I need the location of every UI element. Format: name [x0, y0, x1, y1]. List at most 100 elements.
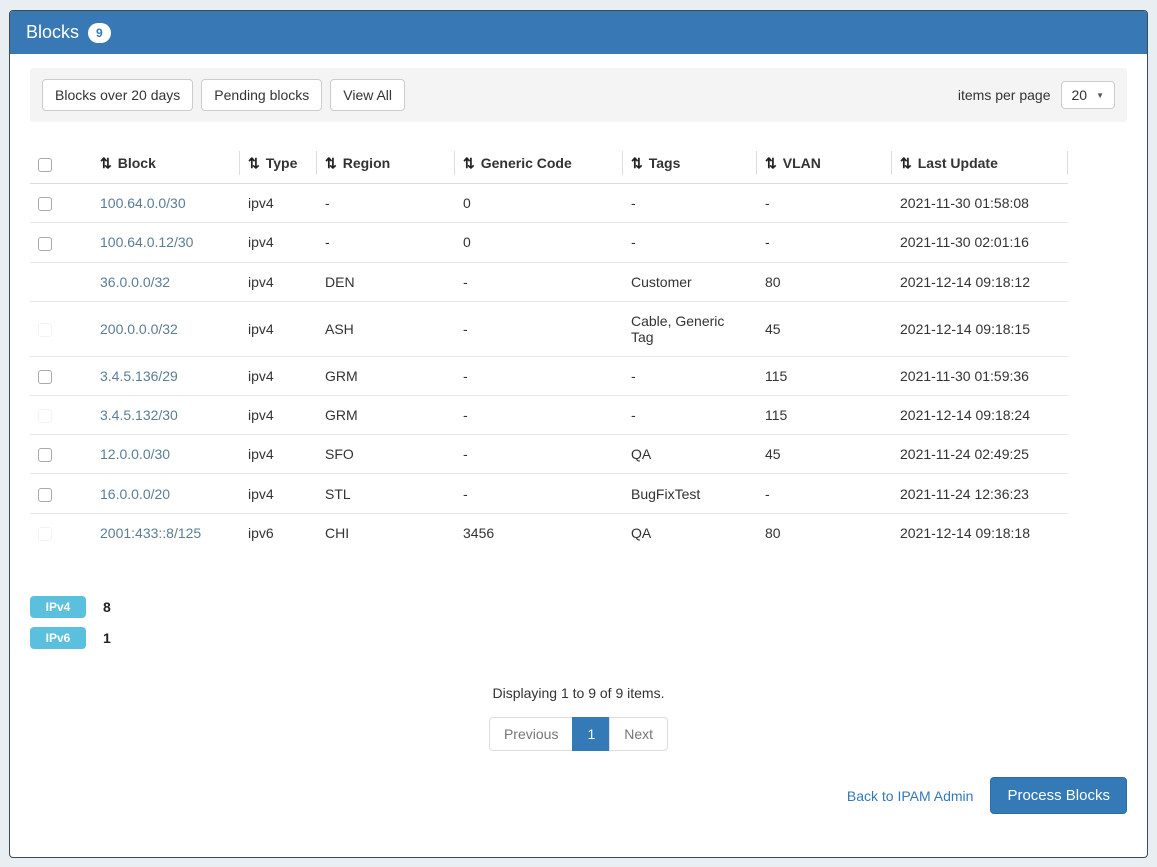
cell-select	[30, 513, 92, 552]
cell-vlan: 80	[757, 262, 892, 301]
block-link[interactable]: 36.0.0.0/32	[100, 274, 170, 290]
cell-last-update: 2021-11-24 02:49:25	[892, 435, 1068, 474]
filter-button-group: Blocks over 20 days Pending blocks View …	[42, 79, 405, 111]
column-header-block[interactable]: ⇅ Block	[92, 144, 240, 184]
back-to-ipam-admin-link[interactable]: Back to IPAM Admin	[847, 788, 974, 804]
cell-select	[30, 184, 92, 223]
block-link[interactable]: 16.0.0.0/20	[100, 486, 170, 502]
cell-generic-code: -	[455, 301, 623, 356]
table-row: 100.64.0.0/30 ipv4 - 0 - - 2021-11-30 01…	[30, 184, 1068, 223]
table-row: 12.0.0.0/30 ipv4 SFO - QA 45 2021-11-24 …	[30, 435, 1068, 474]
table-body: 100.64.0.0/30 ipv4 - 0 - - 2021-11-30 01…	[30, 184, 1068, 553]
column-header-tags[interactable]: ⇅ Tags	[623, 144, 757, 184]
column-header-label: Block	[118, 155, 156, 171]
cell-tags: -	[623, 356, 757, 395]
block-link[interactable]: 100.64.0.0/30	[100, 195, 186, 211]
cell-generic-code: -	[455, 435, 623, 474]
items-per-page-value: 20	[1072, 87, 1088, 103]
cell-block: 36.0.0.0/32	[92, 262, 240, 301]
ipv4-count: 8	[103, 599, 111, 615]
chevron-down-icon: ▼	[1096, 91, 1104, 100]
row-checkbox[interactable]	[38, 448, 52, 462]
column-header-last-update[interactable]: ⇅Last Update	[892, 144, 1068, 184]
block-link[interactable]: 100.64.0.12/30	[100, 234, 193, 250]
block-link[interactable]: 3.4.5.132/30	[100, 407, 178, 423]
cell-last-update: 2021-11-30 01:59:36	[892, 356, 1068, 395]
sort-icon: ⇅	[463, 155, 475, 171]
cell-generic-code: -	[455, 395, 623, 434]
blocks-over-20-days-button[interactable]: Blocks over 20 days	[42, 79, 193, 111]
table-row: 200.0.0.0/32 ipv4 ASH - Cable, Generic T…	[30, 301, 1068, 356]
sort-icon: ⇅	[100, 155, 112, 171]
cell-region: -	[317, 223, 455, 262]
pending-blocks-button[interactable]: Pending blocks	[201, 79, 322, 111]
cell-select	[30, 395, 92, 434]
cell-vlan: 115	[757, 395, 892, 434]
cell-vlan: -	[757, 474, 892, 513]
column-header-type[interactable]: ⇅Type	[240, 144, 317, 184]
block-link[interactable]: 200.0.0.0/32	[100, 321, 178, 337]
table-row: 36.0.0.0/32 ipv4 DEN - Customer 80 2021-…	[30, 262, 1068, 301]
block-link[interactable]: 2001:433::8/125	[100, 525, 201, 541]
row-checkbox[interactable]	[38, 197, 52, 211]
cell-select	[30, 474, 92, 513]
next-page-button[interactable]: Next	[609, 717, 668, 751]
row-checkbox	[38, 323, 52, 337]
cell-tags: -	[623, 184, 757, 223]
row-checkbox	[38, 527, 52, 541]
blocks-count-badge: 9	[88, 23, 111, 43]
cell-region: GRM	[317, 395, 455, 434]
cell-type: ipv4	[240, 262, 317, 301]
column-header-label: Generic Code	[481, 155, 572, 171]
cell-generic-code: -	[455, 474, 623, 513]
block-link[interactable]: 12.0.0.0/30	[100, 446, 170, 462]
column-header-label: Last Update	[918, 155, 998, 171]
cell-block: 3.4.5.132/30	[92, 395, 240, 434]
cell-generic-code: 0	[455, 223, 623, 262]
column-header-label: Tags	[649, 155, 681, 171]
page-1-button[interactable]: 1	[572, 717, 610, 751]
row-checkbox[interactable]	[38, 488, 52, 502]
cell-region: GRM	[317, 356, 455, 395]
column-header-generic-code[interactable]: ⇅ Generic Code	[455, 144, 623, 184]
cell-region: DEN	[317, 262, 455, 301]
page: Blocks 9 Blocks over 20 days Pending blo…	[0, 0, 1157, 867]
cell-region: -	[317, 184, 455, 223]
column-header-region[interactable]: ⇅Region	[317, 144, 455, 184]
type-summary: IPv4 8 IPv6 1	[30, 596, 1127, 649]
cell-region: STL	[317, 474, 455, 513]
cell-tags: Customer	[623, 262, 757, 301]
panel-heading: Blocks 9	[10, 11, 1147, 54]
cell-block: 16.0.0.0/20	[92, 474, 240, 513]
cell-vlan: 115	[757, 356, 892, 395]
column-header-vlan[interactable]: ⇅VLAN	[757, 144, 892, 184]
items-per-page-label: items per page	[958, 87, 1051, 103]
row-checkbox[interactable]	[38, 237, 52, 251]
cell-block: 2001:433::8/125	[92, 513, 240, 552]
sort-icon: ⇅	[325, 155, 337, 171]
items-per-page-select[interactable]: 20 ▼	[1061, 81, 1116, 109]
cell-type: ipv4	[240, 474, 317, 513]
ipv4-badge: IPv4	[30, 596, 86, 618]
block-link[interactable]: 3.4.5.136/29	[100, 368, 178, 384]
sort-icon: ⇅	[765, 155, 777, 171]
table-row: 3.4.5.136/29 ipv4 GRM - - 115 2021-11-30…	[30, 356, 1068, 395]
cell-generic-code: 0	[455, 184, 623, 223]
row-checkbox	[38, 409, 52, 423]
select-all-checkbox[interactable]	[38, 158, 52, 172]
table-header-row: ⇅Block⇅Type⇅Region⇅Generic Code⇅Tags⇅VLA…	[30, 144, 1068, 184]
row-checkbox[interactable]	[38, 370, 52, 384]
cell-generic-code: -	[455, 356, 623, 395]
process-blocks-button[interactable]: Process Blocks	[990, 777, 1127, 814]
cell-region: CHI	[317, 513, 455, 552]
cell-type: ipv4	[240, 223, 317, 262]
panel-body: Blocks over 20 days Pending blocks View …	[10, 54, 1147, 828]
sort-icon: ⇅	[631, 155, 643, 171]
cell-select	[30, 301, 92, 356]
previous-page-button[interactable]: Previous	[489, 717, 573, 751]
view-all-button[interactable]: View All	[330, 79, 405, 111]
items-per-page: items per page 20 ▼	[958, 81, 1115, 109]
table-row: 2001:433::8/125 ipv6 CHI 3456 QA 80 2021…	[30, 513, 1068, 552]
cell-select	[30, 435, 92, 474]
cell-generic-code: -	[455, 262, 623, 301]
